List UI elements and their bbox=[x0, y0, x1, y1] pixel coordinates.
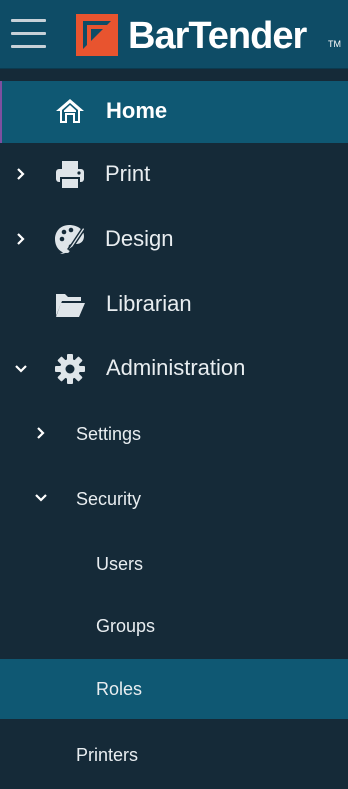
palette-icon bbox=[55, 225, 86, 254]
nav-item-roles[interactable]: Roles bbox=[0, 659, 348, 719]
active-indicator bbox=[0, 81, 2, 143]
nav-item-security[interactable]: Security bbox=[0, 465, 348, 531]
nav-item-settings[interactable]: Settings bbox=[0, 401, 348, 465]
nav-item-administration-label: Administration bbox=[106, 355, 246, 380]
gear-icon bbox=[55, 354, 85, 384]
chevron-down-icon[interactable] bbox=[34, 491, 48, 505]
nav-item-librarian[interactable]: Librarian bbox=[0, 271, 348, 335]
chevron-right-icon[interactable] bbox=[14, 167, 28, 181]
chevron-right-icon[interactable] bbox=[14, 232, 28, 246]
printer-icon bbox=[56, 161, 84, 190]
trademark-mark: TM bbox=[328, 39, 341, 49]
nav-item-design-label: Design bbox=[105, 226, 174, 251]
nav-item-users-label: Users bbox=[96, 554, 144, 574]
nav-item-print-label: Print bbox=[105, 161, 151, 186]
nav-item-design[interactable]: Design bbox=[0, 205, 348, 271]
nav-item-groups[interactable]: Groups bbox=[0, 595, 348, 659]
nav-item-printers-label: Printers bbox=[76, 745, 139, 765]
nav-item-groups-label: Groups bbox=[96, 616, 156, 636]
bartender-logo-icon bbox=[76, 14, 118, 56]
folder-icon bbox=[56, 294, 85, 317]
hamburger-menu-icon[interactable] bbox=[11, 17, 46, 51]
brand-name: BarTender bbox=[128, 15, 307, 57]
app-header: BarTender TM bbox=[0, 0, 348, 69]
chevron-right-icon[interactable] bbox=[34, 426, 48, 440]
home-icon bbox=[56, 99, 84, 123]
nav-item-roles-label: Roles bbox=[96, 679, 143, 699]
nav-item-home[interactable]: Home bbox=[0, 81, 348, 143]
nav-item-librarian-label: Librarian bbox=[106, 291, 192, 316]
nav-item-security-label: Security bbox=[76, 489, 142, 509]
nav-item-administration[interactable]: Administration bbox=[0, 335, 348, 401]
chevron-down-icon[interactable] bbox=[14, 362, 28, 376]
nav-item-home-label: Home bbox=[106, 98, 168, 123]
nav-item-settings-label: Settings bbox=[76, 424, 142, 444]
nav-item-users[interactable]: Users bbox=[0, 531, 348, 595]
nav-item-printers[interactable]: Printers bbox=[0, 719, 348, 789]
nav-item-print[interactable]: Print bbox=[0, 143, 348, 205]
